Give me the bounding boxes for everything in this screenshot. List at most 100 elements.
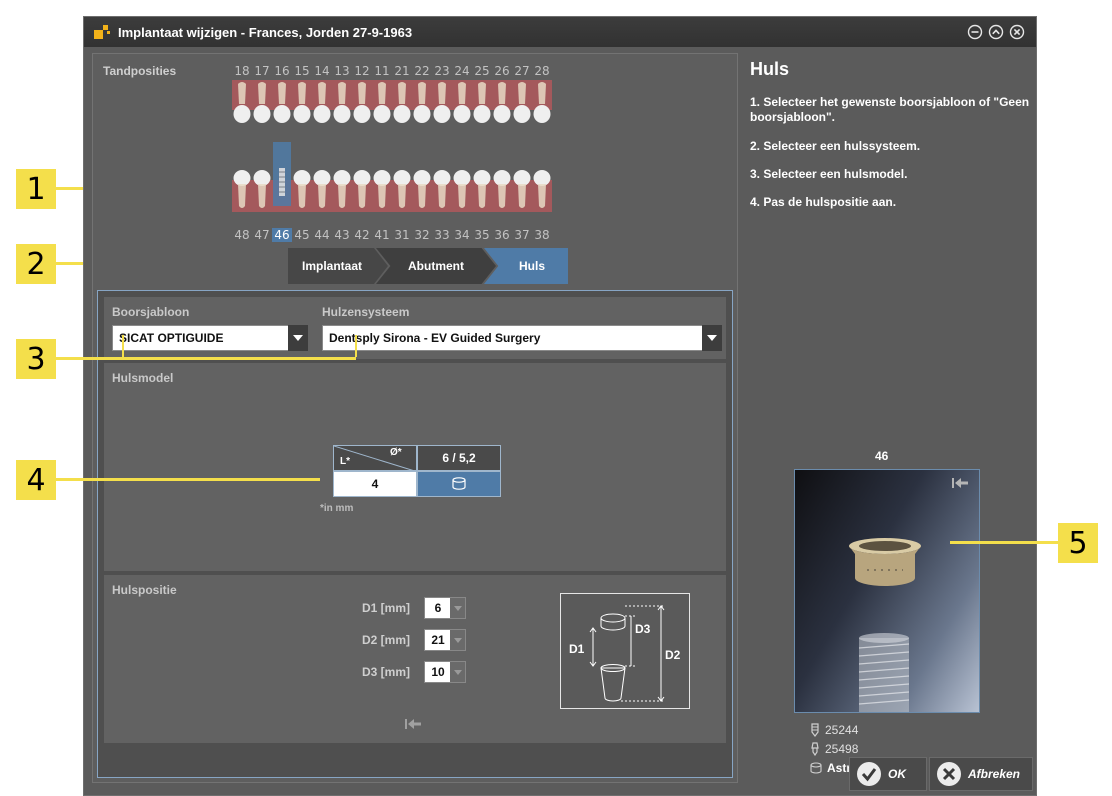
tooth-number[interactable]: 41 (372, 228, 392, 242)
implant-id: 25244 (825, 723, 859, 737)
chevron-down-icon[interactable] (702, 325, 722, 351)
hulzensysteem-value: Dentsply Sirona - EV Guided Surgery (329, 331, 541, 345)
d2-label: D2 [mm] (362, 633, 411, 647)
d1-spinbox[interactable]: 6 (424, 597, 466, 619)
sleeve-3d-preview[interactable] (794, 469, 980, 713)
callout-2: 2 (16, 244, 56, 284)
tooth-number[interactable]: 22 (412, 64, 432, 78)
d3-spinbox[interactable]: 10 (424, 661, 466, 683)
guide-section: Boorsjabloon Hulzensysteem SICAT OPTIGUI… (104, 297, 726, 359)
hulsmodel-section: Hulsmodel L* Ø* 6 / 5,2 4 *in mm (104, 363, 726, 571)
callout-4-line (56, 478, 320, 481)
close-icon[interactable] (1008, 23, 1026, 41)
diagram-d3-label: D3 (635, 622, 651, 636)
d2-value[interactable]: 21 (425, 630, 451, 650)
tooth-number[interactable]: 27 (512, 64, 532, 78)
d3-label: D3 [mm] (362, 665, 411, 679)
cancel-label: Afbreken (968, 767, 1021, 781)
tooth-number[interactable]: 34 (452, 228, 472, 242)
lower-tooth[interactable] (273, 142, 291, 206)
tooth-positions-label: Tandposities (103, 64, 177, 78)
tooth-number[interactable]: 15 (292, 64, 312, 78)
size-table-corner: L* Ø* (333, 445, 417, 471)
tooth-number[interactable]: 26 (492, 64, 512, 78)
hulzensysteem-label: Hulzensysteem (322, 305, 410, 319)
tooth-number[interactable]: 47 (252, 228, 272, 242)
cancel-button[interactable]: Afbreken (929, 757, 1033, 791)
length-header-label: L* (340, 456, 350, 467)
abutment-info: 25498 (810, 742, 858, 756)
callout-4: 4 (16, 460, 56, 500)
tooth-number[interactable]: 23 (432, 64, 452, 78)
tooth-number[interactable]: 28 (532, 64, 552, 78)
callout-3-tick-b (355, 335, 357, 357)
chevron-down-icon[interactable] (450, 662, 465, 682)
callout-5-line (950, 541, 1058, 544)
d2-spinbox[interactable]: 21 (424, 629, 466, 651)
right-panel: Huls 1. Selecteer het gewenste boorsjabl… (742, 47, 1036, 795)
tooth-number[interactable]: 43 (332, 228, 352, 242)
cancel-icon (937, 762, 961, 786)
sleeve-size-table: L* Ø* 6 / 5,2 4 (333, 445, 501, 497)
callout-3: 3 (16, 339, 56, 379)
boorsjabloon-select[interactable]: SICAT OPTIGUIDE (112, 325, 308, 351)
app-icon (94, 24, 112, 40)
tooth-number[interactable]: 11 (372, 64, 392, 78)
collapse-left-icon[interactable] (404, 717, 422, 731)
sleeve-position-diagram: D1 D3 D2 (560, 593, 690, 709)
instruction-3: 3. Selecteer een hulsmodel. (750, 167, 908, 181)
tooth-number[interactable]: 25 (472, 64, 492, 78)
hulspositie-section: Hulspositie D1 [mm] 6 D2 [mm] 21 D3 [mm]… (104, 575, 726, 743)
tooth-number[interactable]: 17 (252, 64, 272, 78)
step-implantaat[interactable]: Implantaat (288, 248, 388, 284)
instruction-4: 4. Pas de hulspositie aan. (750, 195, 897, 209)
units-note: *in mm (320, 503, 354, 514)
tooth-number[interactable]: 24 (452, 64, 472, 78)
tooth-number[interactable]: 45 (292, 228, 312, 242)
restore-icon[interactable] (987, 23, 1005, 41)
chevron-down-icon[interactable] (450, 598, 465, 618)
window-title: Implantaat wijzigen - Frances, Jorden 27… (118, 24, 413, 40)
d3-value[interactable]: 10 (425, 662, 451, 682)
tooth-number[interactable]: 18 (232, 64, 252, 78)
tooth-number[interactable]: 38 (532, 228, 552, 242)
tooth-number[interactable]: 32 (412, 228, 432, 242)
implant-icon (811, 723, 819, 737)
boorsjabloon-value: SICAT OPTIGUIDE (119, 331, 224, 345)
sleeve-settings-panel: Boorsjabloon Hulzensysteem SICAT OPTIGUI… (97, 290, 733, 778)
left-panel: Tandposities 18 17 16 15 14 13 12 11 21 22 23 24 25 2… (92, 53, 738, 783)
tooth-number[interactable]: 13 (332, 64, 352, 78)
tooth-number[interactable]: 37 (512, 228, 532, 242)
sleeve-option-cell[interactable] (417, 471, 501, 497)
ok-button[interactable]: OK (849, 757, 927, 791)
tooth-number[interactable]: 21 (392, 64, 412, 78)
tooth-number[interactable]: 12 (352, 64, 372, 78)
tooth-number[interactable]: 36 (492, 228, 512, 242)
d1-value[interactable]: 6 (425, 598, 451, 618)
chevron-down-icon[interactable] (450, 630, 465, 650)
tooth-number[interactable]: 14 (312, 64, 332, 78)
minimize-icon[interactable] (966, 23, 984, 41)
tooth-number[interactable]: 48 (232, 228, 252, 242)
ok-label: OK (888, 767, 906, 781)
hulzensysteem-select[interactable]: Dentsply Sirona - EV Guided Surgery (322, 325, 722, 351)
tooth-number[interactable]: 46 (272, 228, 292, 242)
tooth-number[interactable]: 31 (392, 228, 412, 242)
step-huls[interactable]: Huls (484, 248, 568, 284)
hulsmodel-label: Hulsmodel (112, 371, 174, 385)
tooth-number[interactable]: 35 (472, 228, 492, 242)
chevron-down-icon[interactable] (288, 325, 308, 351)
callout-5: 5 (1058, 523, 1098, 563)
tooth-number[interactable]: 44 (312, 228, 332, 242)
checkmark-icon (857, 762, 881, 786)
tooth-number[interactable]: 42 (352, 228, 372, 242)
sleeve-icon (810, 762, 822, 774)
dental-chart[interactable] (232, 80, 552, 216)
tooth-number[interactable]: 33 (432, 228, 452, 242)
tooth-number[interactable]: 16 (272, 64, 292, 78)
step-abutment[interactable]: Abutment (376, 248, 496, 284)
title-bar[interactable]: Implantaat wijzigen - Frances, Jorden 27… (84, 17, 1036, 47)
instruction-1: 1. Selecteer het gewenste boorsjabloon o… (750, 95, 1030, 124)
collapse-left-icon[interactable] (951, 476, 969, 490)
callout-1: 1 (16, 169, 56, 209)
